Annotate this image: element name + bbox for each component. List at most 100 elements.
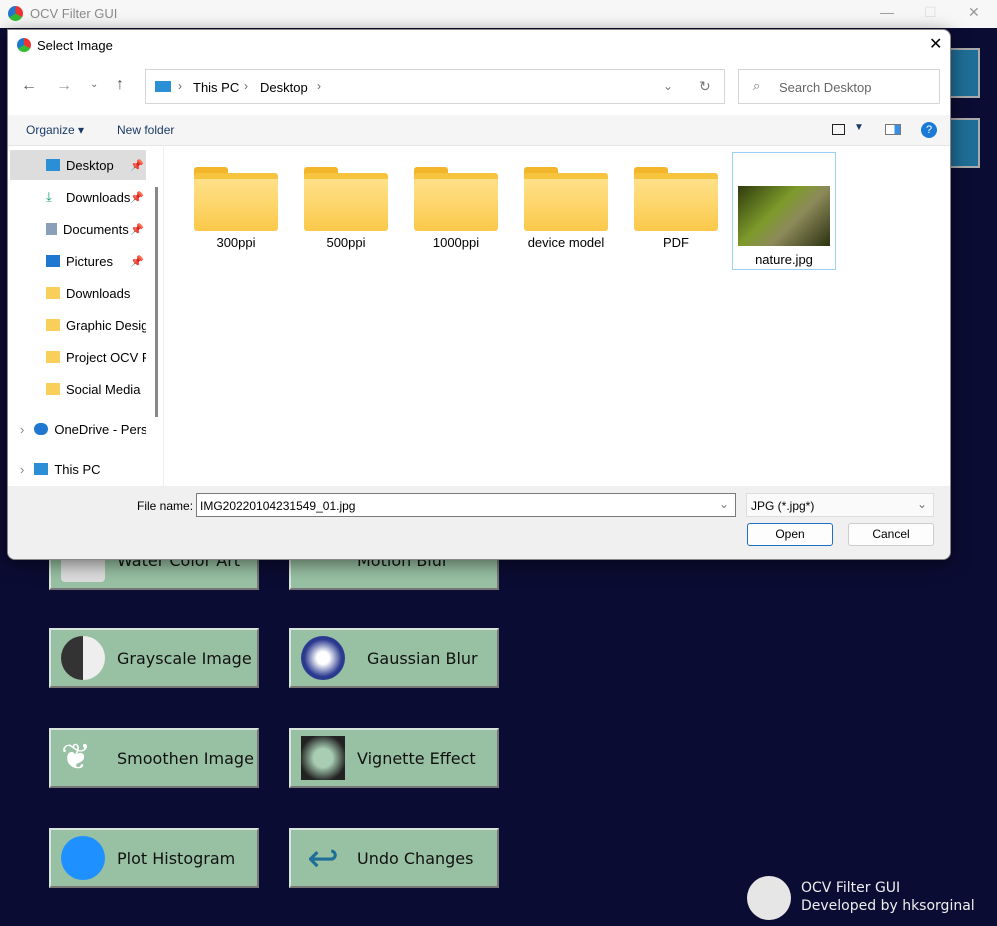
chevron-down-icon[interactable]: ⌄ [917,497,927,511]
dialog-close-button[interactable]: ✕ [929,34,942,54]
nav-label: Documents [63,221,129,237]
folder-icon [46,351,60,363]
select-image-dialog: Select Image ✕ ← → ⌄ ↑ › This PC › Deskt… [7,29,951,560]
folder-icon [46,383,60,395]
back-button[interactable]: ← [21,77,37,95]
open-button[interactable]: Open [747,523,833,546]
app-title: OCV Filter GUI [30,6,118,21]
forward-button[interactable]: → [56,77,72,95]
pin-icon: 📌 [130,191,144,204]
button-label: Plot Histogram [117,848,236,868]
folder-icon [46,319,60,331]
file-type-value: JPG (*.jpg*) [751,499,815,513]
recent-dropdown[interactable]: ⌄ [90,79,98,90]
breadcrumb-desktop[interactable]: Desktop [260,80,308,95]
folder-item[interactable]: 300ppi [186,155,286,250]
nav-label: Pictures [66,253,113,269]
refresh-icon[interactable]: ↻ [699,78,711,95]
help-icon[interactable]: ? [921,122,937,138]
grayscale-button[interactable]: Grayscale Image [49,628,259,688]
nav-documents[interactable]: Documents 📌 [10,214,146,244]
nav-downloads-folder[interactable]: Downloads [10,278,146,308]
nav-label: Project OCV Filter [66,349,146,365]
expand-chevron-icon[interactable]: › [20,422,24,437]
breadcrumb-this-pc[interactable]: This PC [193,80,239,95]
folder-item[interactable]: 1000ppi [406,155,506,250]
save-image-icon[interactable] [950,118,980,168]
monitor-icon [34,463,49,475]
plot-histogram-button[interactable]: Plot Histogram [49,828,259,888]
separator: › [178,79,182,93]
item-name: 300ppi [216,235,256,250]
file-type-select[interactable]: JPG (*.jpg*) ⌄ [746,493,934,517]
nav-label: This PC [54,461,101,477]
dialog-logo-icon [17,38,31,52]
address-dropdown[interactable]: ⌄ [663,79,673,93]
separator: › [317,79,321,93]
histogram-icon [61,836,105,880]
nav-pictures[interactable]: Pictures 📌 [10,246,146,276]
footer-title: OCV Filter GUI [801,880,901,896]
pin-icon: 📌 [130,159,144,172]
chevron-down-icon[interactable]: ⌄ [719,497,729,511]
nav-scrollbar[interactable] [155,187,158,417]
minimize-button[interactable]: — [880,4,894,20]
desktop-icon [46,159,60,171]
item-name: 1000ppi [432,235,480,250]
folder-icon [524,167,608,231]
up-button[interactable]: ↑ [116,76,124,94]
feather-icon: ❦ [61,737,92,778]
folder-item[interactable]: PDF [626,155,726,250]
nav-onedrive[interactable]: › OneDrive - Personal [10,414,146,444]
nav-label: Downloads [66,189,131,205]
blur-icon [301,636,345,680]
preview-pane-icon[interactable] [885,124,901,135]
smoothen-button[interactable]: ❦ Smoothen Image [49,728,259,788]
nav-project-ocv[interactable]: Project OCV Filter [10,342,146,372]
item-name: device model [527,235,605,250]
item-name: nature.jpg [755,252,813,267]
button-label: Gaussian Blur [367,648,478,668]
expand-chevron-icon[interactable]: › [20,462,24,477]
pictures-icon [46,255,60,267]
file-name-value: IMG20220104231549_01.jpg [200,499,356,513]
search-input[interactable]: ⌕ Search Desktop [738,69,940,104]
dialog-title: Select Image [37,38,113,53]
folder-item[interactable]: device model [516,155,616,250]
nav-graphic-design[interactable]: Graphic Design [10,310,146,340]
image-item[interactable]: nature.jpg [732,152,836,270]
item-name: PDF [663,235,689,250]
view-icon[interactable] [832,124,845,135]
nav-social-media[interactable]: Social Media [10,374,146,404]
separator: › [244,79,248,93]
file-list: 300ppi 500ppi 1000ppi device model PDF n… [163,147,950,486]
folder-icon [414,167,498,231]
nav-label: Graphic Design [66,317,146,333]
view-dropdown[interactable]: ▼ [854,122,864,133]
file-name-input[interactable]: IMG20220104231549_01.jpg ⌄ [196,493,736,517]
nav-label: Social Media [66,381,141,397]
nav-downloads-pinned[interactable]: ⤓ Downloads 📌 [10,182,146,212]
nav-this-pc[interactable]: › This PC [10,454,146,484]
folder-item[interactable]: 500ppi [296,155,396,250]
cancel-button[interactable]: Cancel [848,523,934,546]
desktop-icon [155,81,171,92]
undo-changes-button[interactable]: ↩ Undo Changes [289,828,499,888]
nav-desktop[interactable]: Desktop 📌 [10,150,146,180]
open-image-icon[interactable] [950,48,980,98]
folder-icon [46,287,60,299]
address-bar[interactable]: › This PC › Desktop › ⌄ ↻ [145,69,725,104]
button-label: Grayscale Image [117,648,252,668]
organize-menu[interactable]: Organize ▾ [26,123,84,137]
vignette-button[interactable]: Vignette Effect [289,728,499,788]
opencv-logo-icon [747,876,791,920]
undo-icon: ↩ [307,836,339,880]
maximize-button[interactable]: ☐ [924,4,937,21]
folder-icon [194,167,278,231]
navigation-pane: Desktop 📌 ⤓ Downloads 📌 Documents 📌 Pictures… [8,147,163,486]
footer-subtitle: Developed by hksorginal [801,898,975,914]
gaussian-blur-button[interactable]: Gaussian Blur [289,628,499,688]
search-placeholder: Search Desktop [779,80,872,95]
close-app-button[interactable]: ✕ [968,4,980,21]
new-folder-button[interactable]: New folder [117,123,174,137]
